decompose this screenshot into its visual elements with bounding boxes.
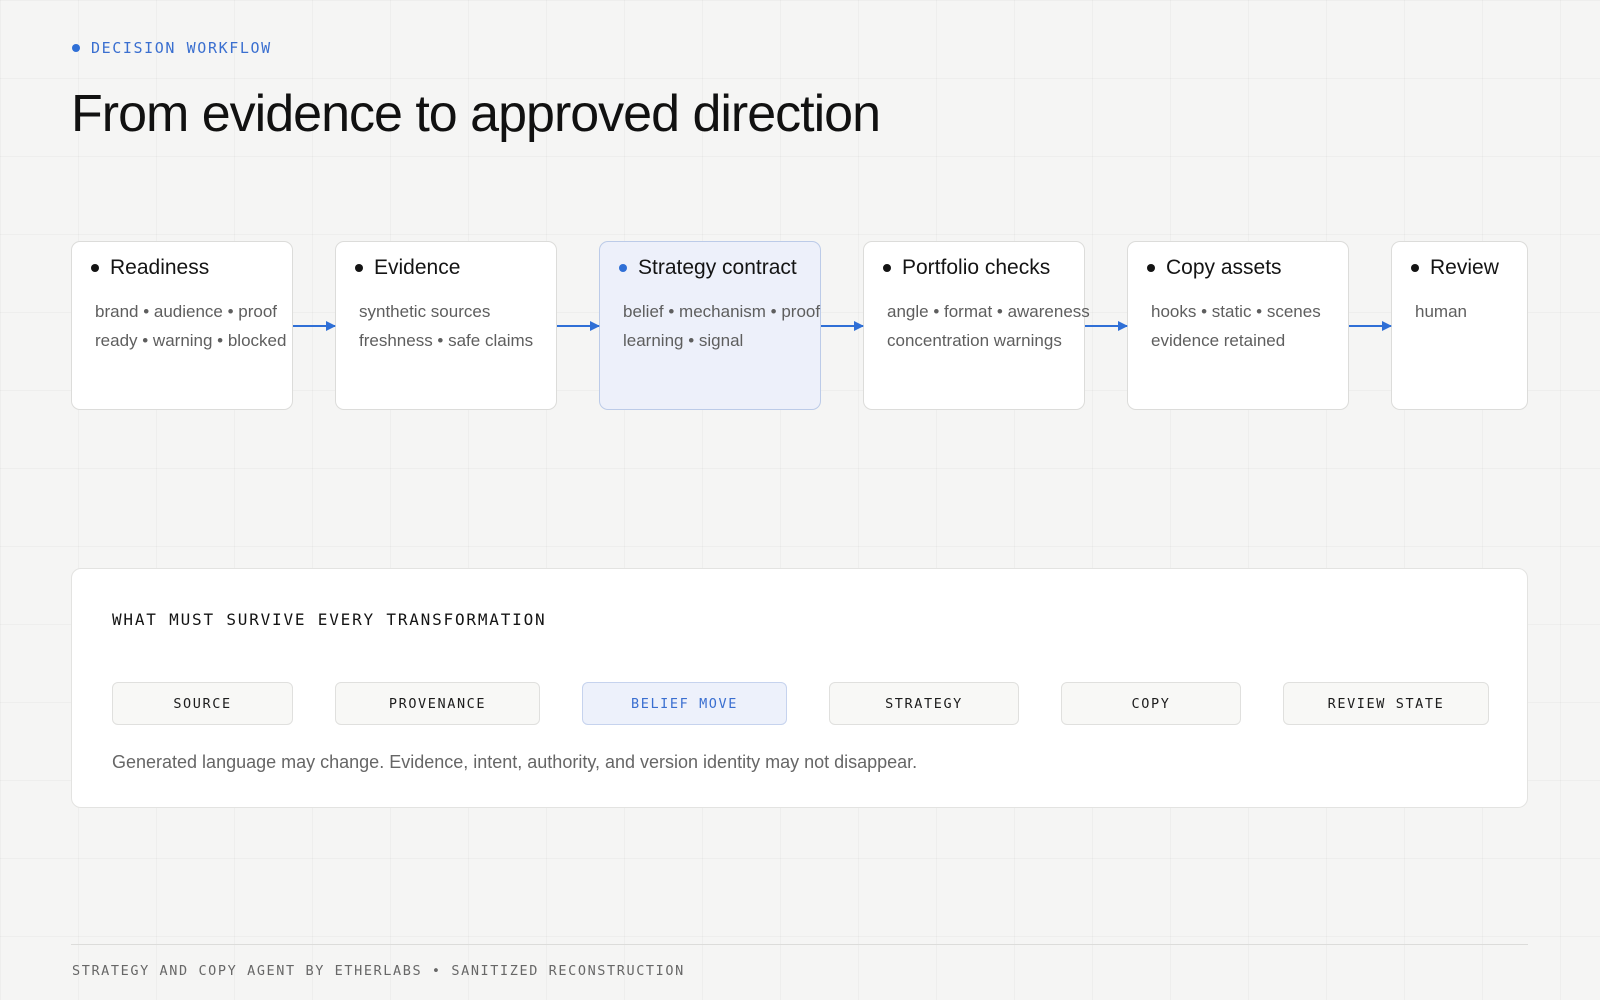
footer-credit: STRATEGY AND COPY AGENT BY ETHERLABS • S… [72,963,685,979]
step-title: Portfolio checks [902,256,1051,279]
step-title: Review [1430,256,1499,279]
stage-chip-review-state: REVIEW STATE [1283,682,1489,725]
panel-note: Generated language may change. Evidence,… [112,752,918,772]
step-title: Readiness [110,256,210,279]
page-title: From evidence to approved direction [71,85,881,143]
stage-chip-source: SOURCE [112,682,293,725]
step-detail: freshness • safe claims [359,331,534,350]
step-detail: hooks • static • scenes [1151,302,1321,321]
workflow-step-strategy-contract: Strategy contract belief • mechanism • p… [599,241,821,410]
survival-panel: WHAT MUST SURVIVE EVERY TRANSFORMATION S… [71,568,1528,808]
flow-arrows [292,321,1392,708]
stage-chip-strategy: STRATEGY [829,682,1019,725]
workflow-step-copy-assets: Copy assets hooks • static • scenes evid… [1127,241,1349,410]
bullet-icon [1411,264,1419,272]
section-eyebrow: DECISION WORKFLOW [72,39,272,57]
stage-chip-belief-move: BELIEF MOVE [582,682,787,725]
stage-chip-copy: COPY [1061,682,1241,725]
bullet-icon [619,264,627,272]
step-title: Strategy contract [638,256,797,279]
step-detail: human [1415,302,1467,321]
eyebrow-label: DECISION WORKFLOW [91,39,272,57]
step-detail: ready • warning • blocked [95,331,287,350]
step-detail: evidence retained [1151,331,1286,350]
stage-chip-provenance: PROVENANCE [335,682,540,725]
footer-divider [71,944,1528,945]
step-detail: learning • signal [623,331,744,350]
bullet-icon [1147,264,1155,272]
workflow-step-readiness: Readiness brand • audience • proof ready… [71,241,293,410]
step-detail: synthetic sources [359,302,491,321]
bullet-icon [883,264,891,272]
workflow-step-evidence: Evidence synthetic sources freshness • s… [335,241,557,410]
bullet-icon [91,264,99,272]
workflow-step-review: Review human [1391,241,1528,410]
step-detail: concentration warnings [887,331,1062,350]
eyebrow-dot-icon [72,44,80,52]
panel-title: WHAT MUST SURVIVE EVERY TRANSFORMATION [112,610,547,629]
step-detail: angle • format • awareness [887,302,1090,321]
step-detail: belief • mechanism • proof [623,302,821,321]
step-title: Evidence [374,256,461,279]
step-detail: brand • audience • proof [95,302,278,321]
bullet-icon [355,264,363,272]
workflow-step-portfolio-checks: Portfolio checks angle • format • awaren… [863,241,1090,410]
step-title: Copy assets [1166,256,1282,279]
